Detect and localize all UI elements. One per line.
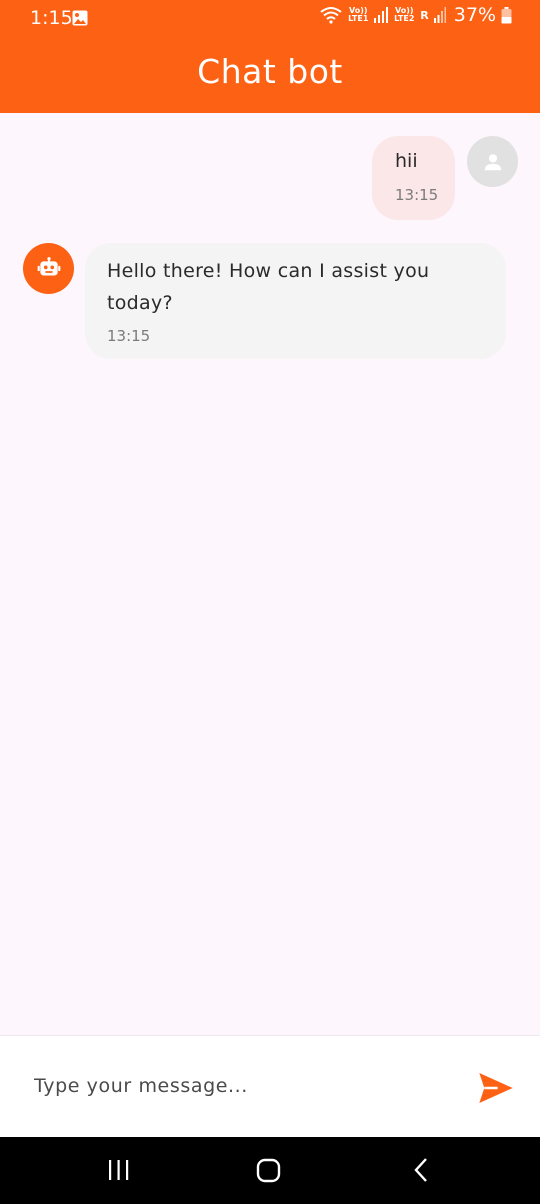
home-icon[interactable] <box>256 1155 282 1185</box>
sim1-label: Vo)) LTE1 <box>348 6 369 23</box>
message-timestamp: 13:15 <box>107 327 151 345</box>
message-text: hii <box>395 150 418 172</box>
message-text: Hello there! How can I assist you today? <box>107 260 430 314</box>
send-icon[interactable] <box>476 1068 516 1108</box>
battery-percent: 37% <box>453 4 496 26</box>
signal-1-icon <box>374 7 389 23</box>
roaming-indicator: R <box>420 8 429 22</box>
composer-bar <box>0 1035 540 1137</box>
system-nav-bar <box>0 1137 540 1204</box>
recents-icon[interactable] <box>108 1155 130 1185</box>
status-icons: Vo)) LTE1 Vo)) LTE2 R 37% <box>320 4 512 26</box>
status-bar: 1:15 Vo)) LTE1 Vo)) LTE2 R 37% <box>0 0 540 36</box>
status-time: 1:15 <box>30 7 73 29</box>
robot-icon <box>37 256 60 275</box>
user-message-bubble: hii 13:15 <box>372 136 455 220</box>
page-title: Chat bot <box>197 52 343 91</box>
wifi-icon <box>320 7 342 24</box>
person-icon <box>484 153 501 170</box>
user-avatar <box>467 136 518 187</box>
message-input[interactable] <box>34 1064 434 1108</box>
battery-icon <box>501 6 512 23</box>
gallery-notification-icon <box>72 10 88 26</box>
signal-2-icon <box>433 7 446 23</box>
message-timestamp: 13:15 <box>395 186 439 204</box>
back-icon[interactable] <box>410 1155 432 1185</box>
bot-message-bubble: Hello there! How can I assist you today?… <box>85 243 506 359</box>
bot-avatar <box>23 243 74 294</box>
sim2-label: Vo)) LTE2 <box>394 6 415 23</box>
